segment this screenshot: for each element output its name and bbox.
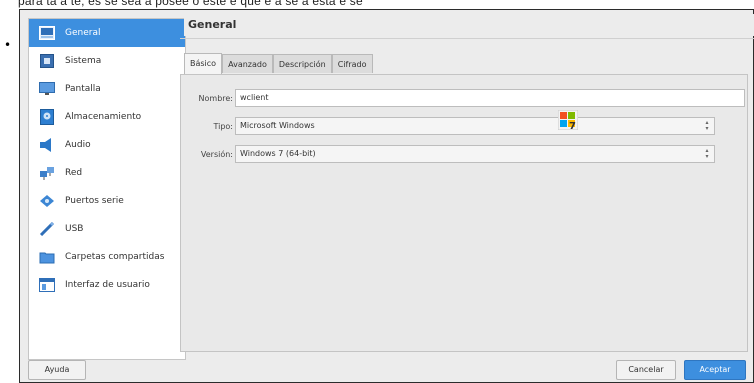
sidebar-item-label: Audio <box>65 140 91 150</box>
svg-text:7: 7 <box>569 121 576 130</box>
tab-descripcion[interactable]: Descripción <box>272 54 332 73</box>
sidebar-item-carpetas-compartidas[interactable]: Carpetas compartidas <box>29 243 185 271</box>
serial-ports-icon <box>39 193 55 209</box>
general-icon <box>39 25 55 41</box>
sidebar-item-general[interactable]: General <box>29 19 185 47</box>
display-icon <box>39 81 55 97</box>
name-label: Nombre: <box>198 93 233 103</box>
usb-icon <box>39 221 55 237</box>
version-select[interactable]: Windows 7 (64-bit) ▴ ▾ <box>235 145 715 163</box>
sidebar-item-label: Almacenamiento <box>65 112 142 122</box>
sidebar-item-label: General <box>65 28 101 38</box>
system-icon <box>39 53 55 69</box>
tab-basico[interactable]: Básico <box>184 53 223 74</box>
combo-arrows-icon: ▴ ▾ <box>705 147 709 160</box>
settings-dialog: General Sistema Pantalla Almacenamiento … <box>19 9 754 383</box>
user-interface-icon <box>39 277 55 293</box>
sidebar-item-red[interactable]: Red <box>29 159 185 187</box>
accept-button[interactable]: Aceptar <box>684 360 746 380</box>
sidebar-item-label: Carpetas compartidas <box>65 252 165 262</box>
windows-7-os-icon: 7 <box>557 109 579 132</box>
cancel-button[interactable]: Cancelar <box>616 360 676 380</box>
sidebar-item-pantalla[interactable]: Pantalla <box>29 75 185 103</box>
sidebar-item-label: Interfaz de usuario <box>65 280 150 290</box>
list-bullet: • <box>4 38 12 52</box>
type-select[interactable]: Microsoft Windows ▴ ▾ <box>235 117 715 135</box>
sidebar-item-label: Puertos serie <box>65 196 124 206</box>
sidebar-item-label: Sistema <box>65 56 102 66</box>
sidebar-item-sistema[interactable]: Sistema <box>29 47 185 75</box>
sidebar-item-interfaz-de-usuario[interactable]: Interfaz de usuario <box>29 271 185 299</box>
name-row: Nombre: wclient <box>181 89 745 107</box>
page-title: General <box>184 14 754 36</box>
audio-icon <box>39 137 55 153</box>
shared-folders-icon <box>39 249 55 265</box>
type-label: Tipo: <box>213 121 233 131</box>
version-label: Versión: <box>200 149 233 159</box>
sidebar-item-usb[interactable]: USB <box>29 215 185 243</box>
sidebar-item-label: USB <box>65 224 84 234</box>
type-select-value: Microsoft Windows <box>240 121 315 130</box>
type-row: Tipo: Microsoft Windows ▴ ▾ <box>181 117 715 135</box>
version-row: Versión: Windows 7 (64-bit) ▴ ▾ <box>181 145 715 163</box>
background-page-text: para ta a te, es se sea a posee o este e… <box>18 0 363 8</box>
storage-icon <box>39 109 55 125</box>
name-field[interactable]: wclient <box>235 89 745 107</box>
tab-bar: Básico Avanzado Descripción Cifrado <box>184 53 373 74</box>
settings-sidebar: General Sistema Pantalla Almacenamiento … <box>28 18 186 360</box>
tab-cifrado[interactable]: Cifrado <box>331 54 373 73</box>
sidebar-item-label: Pantalla <box>65 84 101 94</box>
sidebar-item-audio[interactable]: Audio <box>29 131 185 159</box>
combo-arrows-icon: ▴ ▾ <box>705 119 709 132</box>
tab-panel: Nombre: wclient Tipo: Microsoft Windows … <box>180 74 748 352</box>
sidebar-item-almacenamiento[interactable]: Almacenamiento <box>29 103 185 131</box>
version-select-value: Windows 7 (64-bit) <box>240 149 316 158</box>
title-divider <box>180 38 754 39</box>
sidebar-item-label: Red <box>65 168 83 178</box>
sidebar-item-puertos-serie[interactable]: Puertos serie <box>29 187 185 215</box>
network-icon <box>39 165 55 181</box>
tab-avanzado[interactable]: Avanzado <box>222 54 273 73</box>
help-button[interactable]: Ayuda <box>28 360 86 380</box>
